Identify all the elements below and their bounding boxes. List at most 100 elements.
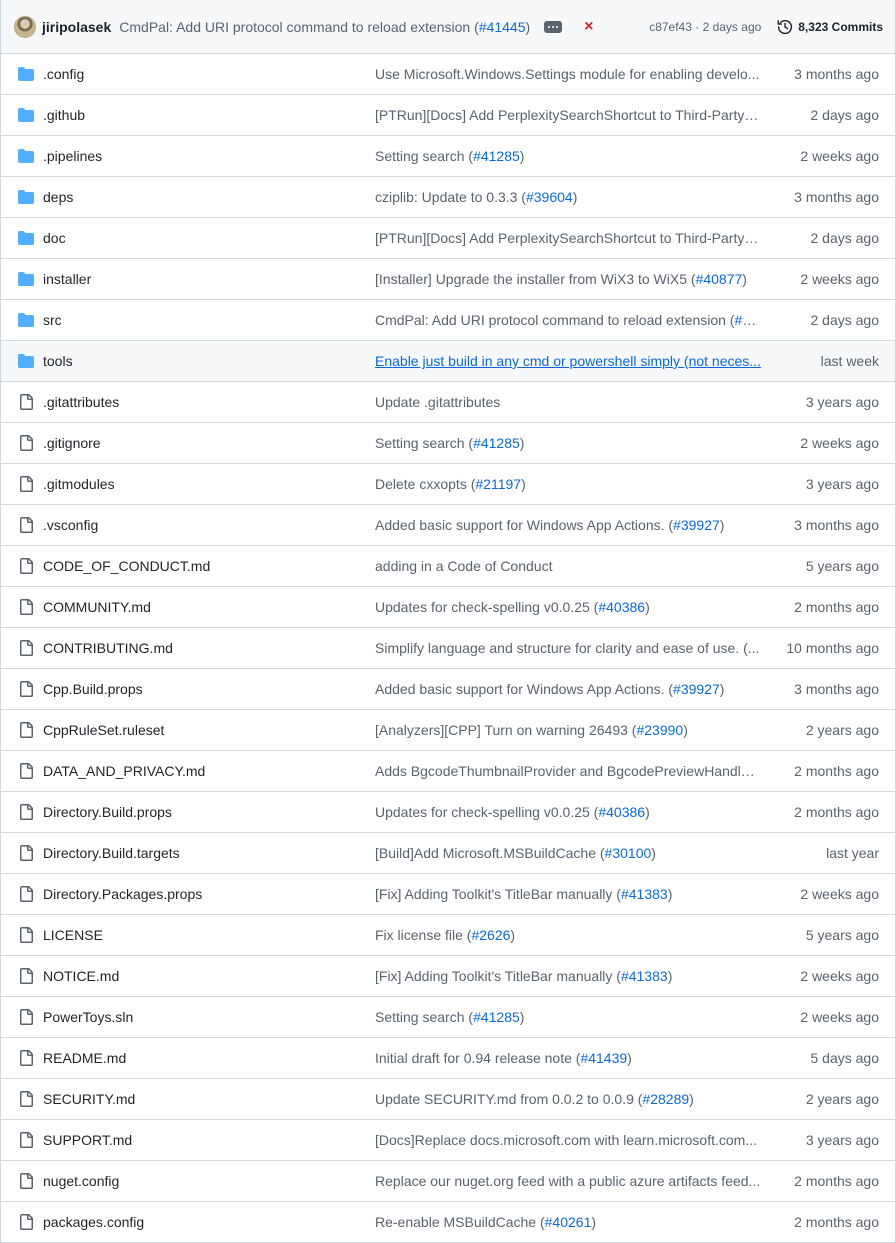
pull-request-link[interactable]: #40386 xyxy=(598,599,645,615)
pull-request-link[interactable]: #40261 xyxy=(545,1214,592,1230)
commit-message-text[interactable]: Added basic support for Windows App Acti… xyxy=(375,517,673,533)
commit-message-text[interactable]: Updates for check-spelling v0.0.25 ( xyxy=(375,804,598,820)
commit-message-text[interactable]: Fix license file ( xyxy=(375,927,471,943)
commit-message-text[interactable]: adding in a Code of Conduct xyxy=(375,558,552,574)
commit-message-link[interactable]: Update .gitattributes xyxy=(375,394,761,410)
commit-message-link[interactable]: Adds BgcodeThumbnailProvider and BgcodeP… xyxy=(375,763,761,779)
commit-message-link[interactable]: CmdPal: Add URI protocol command to relo… xyxy=(375,312,761,328)
pull-request-link[interactable]: #39927 xyxy=(673,681,720,697)
commit-message-link[interactable]: [PTRun][Docs] Add PerplexitySearchShortc… xyxy=(375,230,761,246)
file-row[interactable]: .gitmodules Delete cxxopts (#21197) 3 year… xyxy=(0,464,896,505)
file-row[interactable]: CODE_OF_CONDUCT.md adding in a Code of Co… xyxy=(0,546,896,587)
pull-request-link[interactable]: #40386 xyxy=(598,804,645,820)
pull-request-link[interactable]: #21197 xyxy=(475,476,521,492)
commit-message-link[interactable]: adding in a Code of Conduct xyxy=(375,558,761,574)
commit-message-text[interactable]: Setting search ( xyxy=(375,1009,473,1025)
file-name-link[interactable]: COMMUNITY.md xyxy=(43,599,151,615)
file-name-link[interactable]: .gitmodules xyxy=(43,476,115,492)
file-name-link[interactable]: SECURITY.md xyxy=(43,1091,135,1107)
commit-history-link[interactable]: 8,323 Commits xyxy=(777,19,883,35)
file-row[interactable]: installer [Installer] Upgrade the install… xyxy=(0,259,896,300)
file-name-link[interactable]: CONTRIBUTING.md xyxy=(43,640,173,656)
pull-request-link[interactable]: #41285 xyxy=(473,1009,520,1025)
commit-message-text[interactable]: CmdPal: Add URI protocol command to relo… xyxy=(375,312,735,328)
commit-message-link[interactable]: Added basic support for Windows App Acti… xyxy=(375,517,761,533)
commit-message-link[interactable]: Fix license file (#2626) xyxy=(375,927,761,943)
file-name-link[interactable]: README.md xyxy=(43,1050,126,1066)
commit-message-text[interactable]: [Docs]Replace docs.microsoft.com with le… xyxy=(375,1132,757,1148)
file-row[interactable]: packages.config Re-enable MSBuildCache (#… xyxy=(0,1202,896,1243)
folder-name-link[interactable]: deps xyxy=(43,189,73,205)
commit-sha[interactable]: c87ef43 xyxy=(649,20,692,34)
file-name-link[interactable]: DATA_AND_PRIVACY.md xyxy=(43,763,205,779)
file-row[interactable]: CppRuleSet.ruleset [Analyzers][CPP] Turn … xyxy=(0,710,896,751)
file-row[interactable]: .gitignore Setting search (#41285) 2 weeks… xyxy=(0,423,896,464)
file-row[interactable]: LICENSE Fix license file (#2626) 5 years a… xyxy=(0,915,896,956)
commit-message-text[interactable]: [PTRun][Docs] Add PerplexitySearchShortc… xyxy=(375,230,761,246)
file-row[interactable]: Directory.Packages.props [Fix] Adding Too… xyxy=(0,874,896,915)
file-name-link[interactable]: LICENSE xyxy=(43,927,103,943)
folder-name-link[interactable]: src xyxy=(43,312,62,328)
commit-message-text[interactable]: Setting search ( xyxy=(375,435,473,451)
file-name-link[interactable]: .gitattributes xyxy=(43,394,119,410)
file-name-link[interactable]: .gitignore xyxy=(43,435,101,451)
commit-message-text[interactable]: Updates for check-spelling v0.0.25 ( xyxy=(375,599,598,615)
file-row[interactable]: NOTICE.md [Fix] Adding Toolkit's TitleBar… xyxy=(0,956,896,997)
commit-pr-link[interactable]: #41445 xyxy=(479,19,526,35)
commit-message-link[interactable]: [Analyzers][CPP] Turn on warning 26493 (… xyxy=(375,722,761,738)
commit-message-link[interactable]: Enable just build in any cmd or powershe… xyxy=(375,353,761,369)
folder-name-link[interactable]: .config xyxy=(43,66,84,82)
file-row[interactable]: CONTRIBUTING.md Simplify language and str… xyxy=(0,628,896,669)
avatar[interactable] xyxy=(14,15,36,38)
file-row[interactable]: SECURITY.md Update SECURITY.md from 0.0.2… xyxy=(0,1079,896,1120)
file-name-link[interactable]: Cpp.Build.props xyxy=(43,681,143,697)
commit-message-text[interactable]: [Build]Add Microsoft.MSBuildCache ( xyxy=(375,845,605,861)
check-failed-icon[interactable]: × xyxy=(584,18,593,35)
commit-message-text[interactable]: [Installer] Upgrade the installer from W… xyxy=(375,271,696,287)
pull-request-link[interactable]: #4... xyxy=(735,312,761,328)
commit-message-link[interactable]: Setting search (#41285) xyxy=(375,1009,761,1025)
file-name-link[interactable]: packages.config xyxy=(43,1214,144,1230)
file-row[interactable]: .vsconfig Added basic support for Windows… xyxy=(0,505,896,546)
file-name-link[interactable]: SUPPORT.md xyxy=(43,1132,132,1148)
commit-message-link[interactable]: Setting search (#41285) xyxy=(375,148,761,164)
file-row[interactable]: src CmdPal: Add URI protocol command to r… xyxy=(0,300,896,341)
expand-commit-message-button[interactable] xyxy=(544,20,563,33)
commit-message-text[interactable]: Update SECURITY.md from 0.0.2 to 0.0.9 ( xyxy=(375,1091,642,1107)
pull-request-link[interactable]: #41285 xyxy=(473,148,520,164)
file-name-link[interactable]: NOTICE.md xyxy=(43,968,119,984)
file-row[interactable]: Directory.Build.props Updates for check-s… xyxy=(0,792,896,833)
file-row[interactable]: SUPPORT.md [Docs]Replace docs.microsoft.c… xyxy=(0,1120,896,1161)
folder-name-link[interactable]: .github xyxy=(43,107,85,123)
file-row[interactable]: .gitattributes Update .gitattributes 3 yea… xyxy=(0,382,896,423)
file-name-link[interactable]: nuget.config xyxy=(43,1173,119,1189)
commit-message-link[interactable]: [Fix] Adding Toolkit's TitleBar manually… xyxy=(375,886,761,902)
file-row[interactable]: .github [PTRun][Docs] Add PerplexitySearc… xyxy=(0,95,896,136)
commit-message[interactable]: CmdPal: Add URI protocol command to relo… xyxy=(119,19,530,35)
commit-message-link[interactable]: [Build]Add Microsoft.MSBuildCache (#3010… xyxy=(375,845,761,861)
folder-name-link[interactable]: installer xyxy=(43,271,91,287)
commit-message-text[interactable]: Added basic support for Windows App Acti… xyxy=(375,681,673,697)
commit-message-link[interactable]: Use Microsoft.Windows.Settings module fo… xyxy=(375,66,761,82)
pull-request-link[interactable]: #41383 xyxy=(621,968,668,984)
file-row[interactable]: Directory.Build.targets [Build]Add Micros… xyxy=(0,833,896,874)
pull-request-link[interactable]: #28289 xyxy=(642,1091,689,1107)
commit-message-text[interactable]: cziplib: Update to 0.3.3 ( xyxy=(375,189,526,205)
commit-message-text[interactable]: [PTRun][Docs] Add PerplexitySearchShortc… xyxy=(375,107,761,123)
commit-message-text[interactable]: Update .gitattributes xyxy=(375,394,500,410)
pull-request-link[interactable]: #41439 xyxy=(580,1050,627,1066)
pull-request-link[interactable]: #40877 xyxy=(696,271,743,287)
commit-message-text[interactable]: Simplify language and structure for clar… xyxy=(375,640,759,656)
commit-message-text[interactable]: CmdPal: Add URI protocol command to relo… xyxy=(119,19,479,35)
pull-request-link[interactable]: #41285 xyxy=(473,435,520,451)
file-row[interactable]: deps cziplib: Update to 0.3.3 (#39604) 3 m… xyxy=(0,177,896,218)
file-name-link[interactable]: PowerToys.sln xyxy=(43,1009,133,1025)
folder-name-link[interactable]: tools xyxy=(43,353,73,369)
commit-message-link[interactable]: Update SECURITY.md from 0.0.2 to 0.0.9 (… xyxy=(375,1091,761,1107)
pull-request-link[interactable]: #39604 xyxy=(526,189,573,205)
commit-message-text[interactable]: Re-enable MSBuildCache ( xyxy=(375,1214,545,1230)
commit-message-link[interactable]: [PTRun][Docs] Add PerplexitySearchShortc… xyxy=(375,107,761,123)
commit-author[interactable]: jiripolasek xyxy=(42,19,111,35)
file-row[interactable]: README.md Initial draft for 0.94 release … xyxy=(0,1038,896,1079)
commit-message-text[interactable]: Enable just build in any cmd or powershe… xyxy=(375,353,761,369)
